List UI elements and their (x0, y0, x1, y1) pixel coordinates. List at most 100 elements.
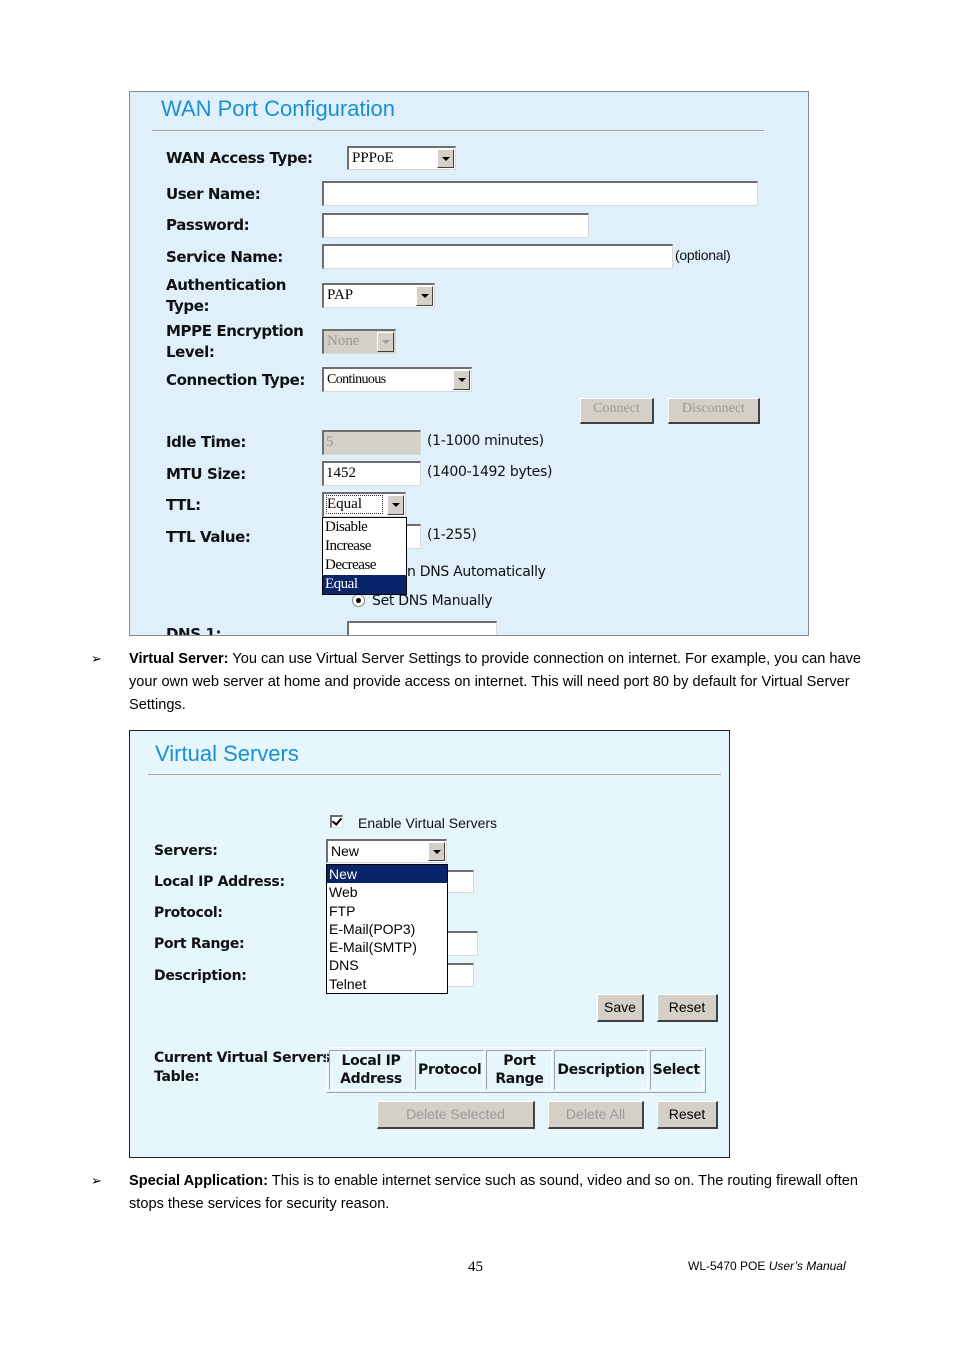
servers-option-email-smtp[interactable]: E-Mail(SMTP) (327, 938, 447, 956)
bullet-icon: ➢ (91, 651, 102, 666)
servers-option-ftp[interactable]: FTP (327, 902, 447, 920)
ttl-option-increase[interactable]: Increase (323, 537, 406, 556)
virtual-server-paragraph: Virtual Server: You can use Virtual Serv… (129, 648, 869, 717)
dns1-label: DNS 1: (166, 625, 222, 636)
delete-selected-button[interactable]: Delete Selected (377, 1101, 535, 1129)
chevron-down-icon[interactable] (453, 370, 470, 390)
idle-time-input: 5 (322, 430, 421, 455)
chevron-down-icon[interactable] (387, 495, 404, 515)
mppe-encryption-select: None (322, 329, 396, 354)
authentication-type-label-line1: Authentication (166, 276, 287, 294)
column-header-line1: Description (557, 1062, 645, 1078)
ttl-select[interactable]: Equal (322, 492, 406, 517)
servers-dropdown-list: New Web FTP E-Mail(POP3) E-Mail(SMTP) DN… (326, 864, 448, 995)
manual-name: User’s Manual (768, 1259, 846, 1273)
servers-select[interactable]: New (326, 839, 447, 863)
bullet-icon: ➢ (91, 1173, 102, 1188)
column-header-protocol: Protocol (415, 1050, 485, 1090)
wan-access-type-value: PPPoE (352, 150, 394, 166)
connection-type-select[interactable]: Continuous (322, 367, 472, 392)
column-header-line1: Select (652, 1062, 700, 1078)
service-name-input[interactable] (322, 244, 673, 269)
virtual-servers-screenshot: Virtual Servers Enable Virtual Servers S… (129, 730, 730, 1158)
service-name-label: Service Name: (166, 248, 283, 266)
password-input[interactable] (322, 213, 589, 238)
connection-type-label: Connection Type: (166, 371, 305, 389)
servers-label: Servers: (154, 843, 218, 859)
wan-access-type-select[interactable]: PPPoE (347, 146, 456, 170)
authentication-type-select[interactable]: PAP (322, 283, 435, 308)
idle-time-label: Idle Time: (166, 433, 247, 451)
password-label: Password: (166, 216, 250, 234)
mppe-encryption-label-line1: MPPE Encryption (166, 322, 304, 340)
mtu-size-input[interactable]: 1452 (322, 461, 421, 486)
mppe-encryption-value: None (327, 333, 360, 349)
ttl-option-disable[interactable]: Disable (323, 518, 406, 537)
column-header-line1: Port (503, 1053, 536, 1069)
service-name-note: (optional) (675, 247, 731, 263)
local-ip-address-label: Local IP Address: (154, 874, 285, 890)
servers-option-new[interactable]: New (327, 865, 447, 884)
manual-model: WL-5470 POE (688, 1259, 769, 1273)
chevron-down-icon[interactable] (437, 149, 454, 168)
authentication-type-label-line2: Type: (166, 297, 210, 315)
column-header-select: Select (649, 1050, 703, 1090)
save-button[interactable]: Save (597, 994, 644, 1022)
chevron-down-icon[interactable] (428, 842, 445, 861)
connect-button[interactable]: Connect (580, 398, 654, 424)
ttl-option-equal[interactable]: Equal (323, 575, 406, 594)
ttl-label: TTL: (166, 496, 201, 514)
attain-dns-automatically-label: n DNS Automatically (407, 564, 546, 580)
mtu-size-label: MTU Size: (166, 465, 246, 483)
port-range-label: Port Range: (154, 936, 245, 952)
ttl-dropdown-list: Disable Increase Decrease Equal (322, 517, 407, 595)
reset-button[interactable]: Reset (657, 994, 718, 1022)
page-number: 45 (468, 1259, 483, 1275)
servers-option-telnet[interactable]: Telnet (327, 975, 447, 993)
ttl-value: Equal (327, 496, 362, 512)
current-virtual-servers-table-label-line1: Current Virtual Servers (154, 1050, 331, 1066)
servers-value: New (331, 843, 360, 859)
user-name-input[interactable] (322, 181, 758, 206)
disconnect-button[interactable]: Disconnect (668, 398, 760, 424)
column-header-line2: Address (340, 1071, 402, 1087)
set-dns-manually-radio[interactable] (352, 594, 365, 607)
title-divider (148, 774, 721, 776)
delete-all-button[interactable]: Delete All (548, 1101, 644, 1129)
table-reset-button[interactable]: Reset (657, 1101, 718, 1129)
special-application-heading: Special Application: (129, 1173, 268, 1189)
dns1-input[interactable] (347, 621, 497, 635)
special-application-paragraph: Special Application: This is to enable i… (129, 1170, 859, 1216)
title-divider (152, 130, 764, 132)
column-header-line1: Local IP (341, 1053, 401, 1069)
column-header-line2: Range (495, 1071, 544, 1087)
panel-title: WAN Port Configuration (161, 96, 395, 121)
column-header-port-range: Port Range (486, 1050, 553, 1090)
column-header-line1: Protocol (418, 1062, 482, 1078)
ttl-value-label: TTL Value: (166, 528, 251, 546)
manual-title: WL-5470 POE User’s Manual (688, 1259, 846, 1273)
chevron-down-icon[interactable] (416, 286, 433, 306)
user-name-label: User Name: (166, 185, 261, 203)
ttl-option-decrease[interactable]: Decrease (323, 556, 406, 575)
idle-time-note: (1-1000 minutes) (427, 433, 544, 449)
chevron-down-icon (377, 332, 394, 352)
servers-option-email-pop3[interactable]: E-Mail(POP3) (327, 920, 447, 938)
enable-virtual-servers-checkbox[interactable] (330, 815, 343, 828)
wan-port-configuration-screenshot: WAN Port Configuration WAN Access Type: … (129, 91, 809, 636)
panel-title: Virtual Servers (155, 741, 299, 766)
enable-virtual-servers-label: Enable Virtual Servers (358, 815, 498, 831)
protocol-label: Protocol: (154, 905, 223, 921)
ttl-value-note: (1-255) (427, 527, 477, 543)
column-header-description: Description (554, 1050, 648, 1090)
servers-option-dns[interactable]: DNS (327, 956, 447, 974)
connection-type-value: Continuous (327, 372, 386, 387)
column-header-local-ip-address: Local IP Address (329, 1050, 413, 1090)
current-virtual-servers-table: Local IP Address Protocol Port Range Descr… (326, 1047, 706, 1093)
mtu-size-note: (1400-1492 bytes) (427, 464, 553, 480)
servers-option-web[interactable]: Web (327, 883, 447, 901)
mppe-encryption-label-line2: Level: (166, 343, 215, 361)
authentication-type-value: PAP (327, 287, 354, 303)
current-virtual-servers-table-label-line2: Table: (154, 1069, 200, 1085)
virtual-server-heading: Virtual Server: (129, 651, 229, 667)
